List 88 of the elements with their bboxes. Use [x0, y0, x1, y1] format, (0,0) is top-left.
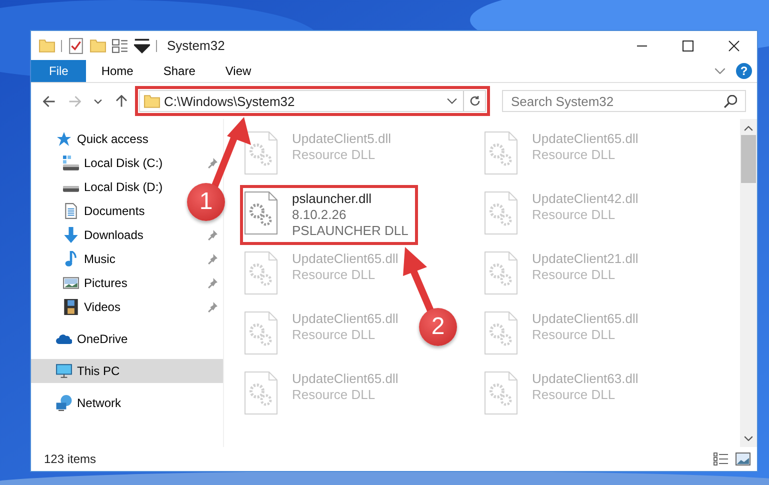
file-name: pslauncher.dll: [292, 191, 372, 207]
scroll-thumb[interactable]: [741, 135, 756, 183]
drive-icon: [63, 155, 79, 171]
settings-file-icon: [244, 311, 278, 355]
sidebar-item[interactable]: This PC: [31, 359, 223, 383]
settings-file-icon: [484, 191, 518, 235]
pin-icon[interactable]: [207, 278, 218, 288]
settings-file-icon: [484, 371, 518, 415]
ribbon-tab[interactable]: Share: [148, 60, 210, 82]
settings-file-icon: [244, 371, 278, 415]
file-name: UpdateClient65.dll: [292, 251, 398, 267]
chevron-down-icon[interactable]: [714, 68, 726, 74]
sidebar-item[interactable]: Quick access: [31, 127, 223, 151]
item-count: 123 items: [44, 452, 96, 466]
file-detail: Resource DLL: [292, 387, 376, 403]
file-name: UpdateClient65.dll: [292, 311, 398, 327]
sidebar-item[interactable]: Pictures: [31, 271, 130, 295]
file-name: UpdateClient63.dll: [532, 371, 638, 387]
settings-file-icon: [484, 131, 518, 175]
ribbon-tab[interactable]: View: [210, 60, 266, 82]
file-detail: Resource DLL: [292, 327, 376, 343]
pictures-icon: [63, 275, 79, 291]
drive-icon: [63, 186, 79, 192]
file-detail: Resource DLL: [532, 267, 616, 283]
file-name: UpdateClient65.dll: [532, 131, 638, 147]
settings-file-icon: [244, 191, 278, 235]
file-detail: Resource DLL: [292, 147, 376, 163]
pin-icon[interactable]: [207, 158, 218, 168]
chevron-down-icon[interactable]: [447, 98, 457, 104]
refresh-icon: [468, 95, 480, 107]
file-detail: PSLAUNCHER DLL: [292, 223, 408, 239]
details-view-icon[interactable]: [713, 452, 729, 466]
pin-icon[interactable]: [207, 302, 218, 312]
large-icons-view-icon[interactable]: [735, 452, 751, 466]
file-name: UpdateClient5.dll: [292, 131, 392, 147]
sidebar-item[interactable]: Downloads: [31, 223, 146, 247]
file-detail: Resource DLL: [292, 267, 376, 283]
search-icon[interactable]: [724, 94, 737, 108]
help-button[interactable]: ?: [736, 63, 752, 79]
settings-file-icon: [244, 251, 278, 295]
sidebar-item[interactable]: Local Disk (C:): [31, 151, 165, 175]
sidebar-item[interactable]: Local Disk (D:): [31, 175, 165, 199]
settings-file-icon: [484, 251, 518, 295]
sidebar-item[interactable]: Documents: [31, 199, 147, 223]
sidebar-item[interactable]: Music: [31, 247, 118, 271]
document-icon: [63, 203, 79, 219]
back-arrow-icon: [43, 96, 55, 106]
search-field[interactable]: Search System32: [502, 90, 746, 112]
file-name: UpdateClient21.dll: [532, 251, 638, 267]
down-arrow-icon: [63, 227, 79, 243]
dropdown-icon[interactable]: [134, 38, 150, 54]
scroll-up-icon[interactable]: [744, 126, 753, 131]
scroll-down-icon[interactable]: [744, 436, 753, 441]
monitor-icon: [56, 363, 72, 379]
sidebar-item[interactable]: Videos: [31, 295, 122, 319]
star-icon: [56, 131, 72, 147]
sidebar-item[interactable]: Network: [31, 391, 223, 415]
up-arrow-icon: [116, 95, 126, 107]
file-detail: Resource DLL: [532, 147, 616, 163]
file-name: UpdateClient65.dll: [292, 371, 398, 387]
file-detail: 8.10.2.26: [292, 207, 348, 223]
window-title: System32: [167, 38, 225, 53]
close-icon: [728, 40, 740, 52]
film-icon: [63, 299, 79, 315]
maximize-icon: [682, 40, 694, 52]
settings-file-icon: [244, 131, 278, 175]
forward-arrow-icon: [69, 96, 81, 106]
minimize-icon: [636, 44, 648, 46]
network-icon: [56, 395, 72, 411]
sidebar-item[interactable]: OneDrive: [31, 327, 223, 351]
folder-icon: [144, 94, 160, 108]
chevron-down-icon: [94, 98, 102, 104]
checklist-icon[interactable]: [68, 38, 84, 54]
file-name: UpdateClient65.dll: [532, 311, 638, 327]
pin-icon[interactable]: [207, 230, 218, 240]
scrollbar[interactable]: [740, 119, 757, 447]
file-detail: Resource DLL: [532, 327, 616, 343]
file-name: UpdateClient42.dll: [532, 191, 638, 207]
search-input[interactable]: Search System32: [503, 92, 724, 110]
file-detail: Resource DLL: [532, 387, 616, 403]
file-detail: Resource DLL: [532, 207, 616, 223]
properties-icon[interactable]: [112, 38, 128, 54]
settings-file-icon: [484, 311, 518, 355]
ribbon-tab[interactable]: Home: [86, 60, 148, 82]
pin-icon[interactable]: [207, 254, 218, 264]
address-path: C:\Windows\System32: [163, 94, 296, 108]
music-note-icon: [63, 251, 79, 267]
file-item[interactable]: pslauncher.dll 8.10.2.26 PSLAUNCHER DLL: [242, 187, 416, 243]
